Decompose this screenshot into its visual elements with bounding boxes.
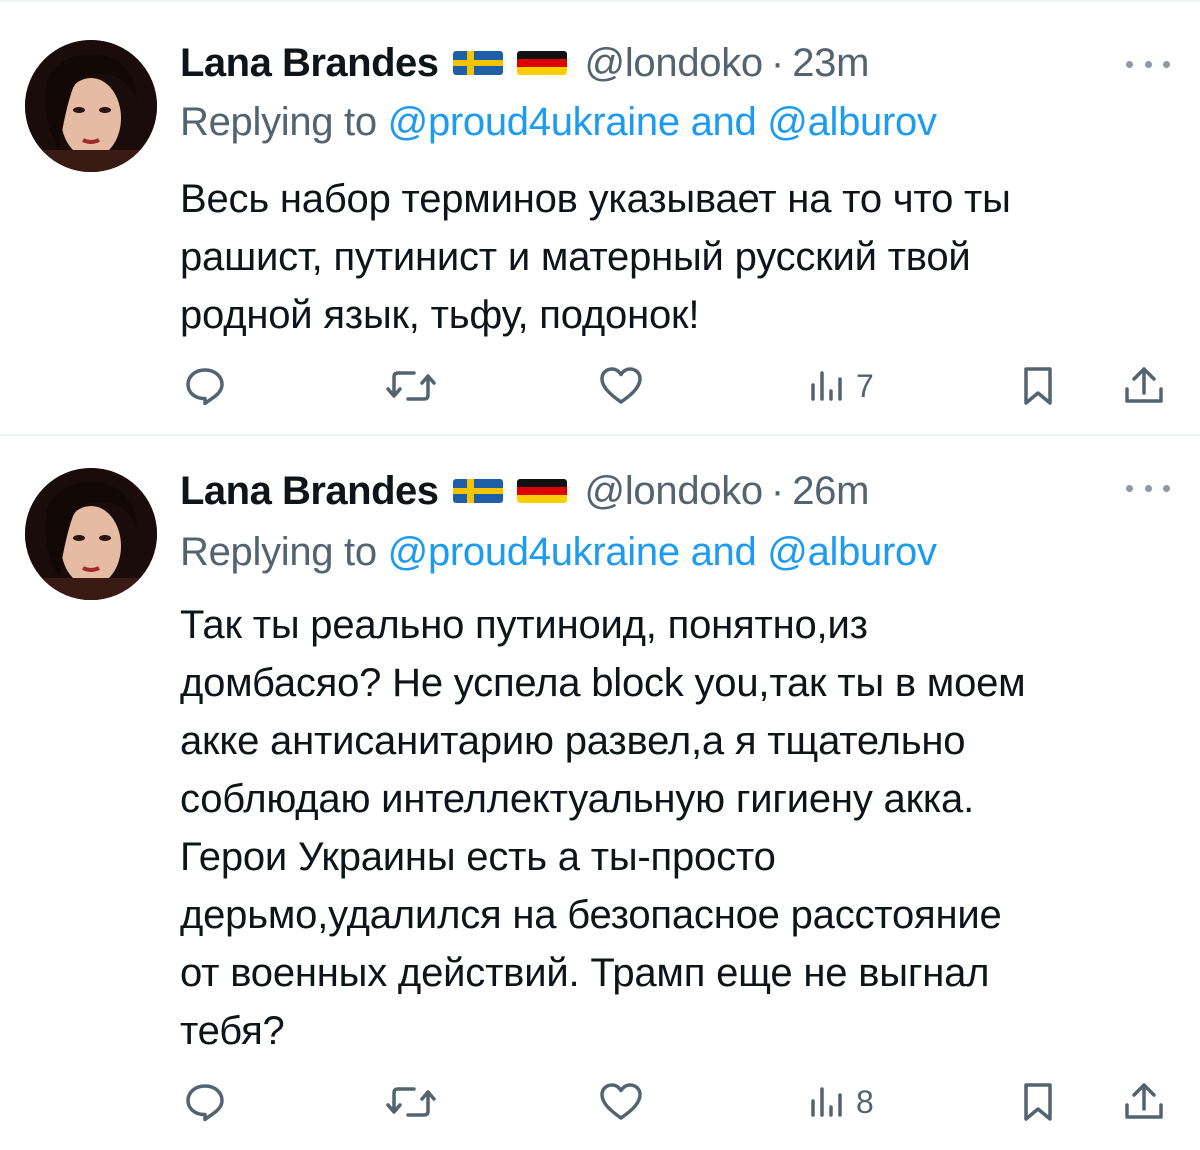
- separator-dot: ·: [770, 40, 785, 85]
- replying-and[interactable]: and: [680, 530, 767, 574]
- heart-icon: [600, 367, 642, 404]
- tweet-text-line: рашист, путинист и матерный русский твой: [180, 235, 971, 279]
- bookmark-button[interactable]: [1018, 1072, 1058, 1132]
- author-name[interactable]: Lana Brandes: [180, 469, 439, 514]
- tweet-text-line: акке антисанитарию развел,а я тщательно: [180, 719, 966, 763]
- reply-icon: [186, 1084, 224, 1122]
- views-icon: [811, 1087, 842, 1117]
- mention-link[interactable]: @alburov: [767, 100, 937, 144]
- replying-to-prefix: Replying to: [180, 100, 388, 144]
- author-name[interactable]: Lana Brandes: [180, 41, 439, 86]
- avatar[interactable]: [25, 468, 157, 600]
- like-button[interactable]: [598, 1072, 644, 1132]
- author-handle[interactable]: @londoko: [585, 41, 764, 86]
- avatar[interactable]: [25, 40, 157, 172]
- timestamp[interactable]: 26m: [792, 469, 869, 514]
- views-button[interactable]: 7: [808, 356, 874, 416]
- retweet-icon: [386, 1087, 436, 1117]
- reply-icon: [186, 368, 224, 406]
- retweet-button[interactable]: [384, 1072, 438, 1132]
- reply-button[interactable]: [184, 356, 226, 416]
- action-bar: 7: [0, 356, 1200, 416]
- heart-icon: [600, 1083, 642, 1120]
- share-icon: [1125, 367, 1163, 403]
- share-button[interactable]: [1122, 356, 1166, 416]
- tweet-text: Весь набор терминов указывает на то что …: [180, 170, 1160, 344]
- tweet-text-line: домбасяо? Не успела block you,так ты в м…: [180, 661, 1026, 705]
- reply-button[interactable]: [184, 1072, 226, 1132]
- mention-link[interactable]: @proud4ukraine: [388, 530, 680, 574]
- bookmark-icon: [1024, 1083, 1052, 1121]
- retweet-button[interactable]: [384, 356, 438, 416]
- tweet-text-line: Весь набор терминов указывает на то что …: [180, 177, 1011, 221]
- replying-and[interactable]: and: [680, 100, 767, 144]
- mention-link[interactable]: @proud4ukraine: [388, 100, 680, 144]
- tweet-text-line: от военных действий. Трамп еще не выгнал: [180, 951, 990, 995]
- germany-flag-icon: [516, 51, 567, 75]
- tweet-header: Lana Brandes @londoko · 23m: [180, 38, 869, 88]
- views-count: 8: [856, 1083, 874, 1120]
- tweet[interactable]: Lana Brandes @londoko · 26m Replying to …: [0, 436, 1200, 1150]
- bookmark-icon: [1024, 367, 1052, 405]
- tweet-text-line: дерьмо,удалился на безопасное расстояние: [180, 893, 1002, 937]
- more-options-icon[interactable]: [1126, 478, 1170, 498]
- sweden-flag-icon: [452, 479, 503, 503]
- author-handle[interactable]: @londoko: [585, 469, 764, 514]
- mention-link[interactable]: @alburov: [767, 530, 937, 574]
- tweet-text: Так ты реально путиноид, понятно,из домб…: [180, 596, 1160, 1060]
- replying-to: Replying to @proud4ukraine and @alburov: [180, 100, 937, 145]
- views-icon: [811, 371, 842, 401]
- replying-to: Replying to @proud4ukraine and @alburov: [180, 530, 937, 575]
- share-icon: [1125, 1083, 1163, 1119]
- timestamp[interactable]: 23m: [792, 41, 869, 86]
- action-bar: 8: [0, 1072, 1200, 1132]
- germany-flag-icon: [516, 479, 567, 503]
- share-button[interactable]: [1122, 1072, 1166, 1132]
- tweet-text-line: соблюдаю интеллектуальную гигиену акка.: [180, 777, 975, 821]
- views-count: 7: [856, 367, 874, 404]
- bookmark-button[interactable]: [1018, 356, 1058, 416]
- views-button[interactable]: 8: [808, 1072, 874, 1132]
- tweet-text-line: Так ты реально путиноид, понятно,из: [180, 603, 868, 647]
- more-options-icon[interactable]: [1126, 54, 1170, 74]
- tweet-text-line: родной язык, тьфу, подонок!: [180, 293, 700, 337]
- separator-dot: ·: [770, 468, 785, 513]
- sweden-flag-icon: [452, 51, 503, 75]
- tweet-text-line: тебя?: [180, 1009, 285, 1053]
- replying-to-prefix: Replying to: [180, 530, 388, 574]
- like-button[interactable]: [598, 356, 644, 416]
- retweet-icon: [386, 371, 436, 401]
- tweet-header: Lana Brandes @londoko · 26m: [180, 466, 869, 516]
- tweet[interactable]: Lana Brandes @londoko · 23m Replying to …: [0, 0, 1200, 436]
- tweet-text-line: Герои Украины есть а ты-просто: [180, 835, 776, 879]
